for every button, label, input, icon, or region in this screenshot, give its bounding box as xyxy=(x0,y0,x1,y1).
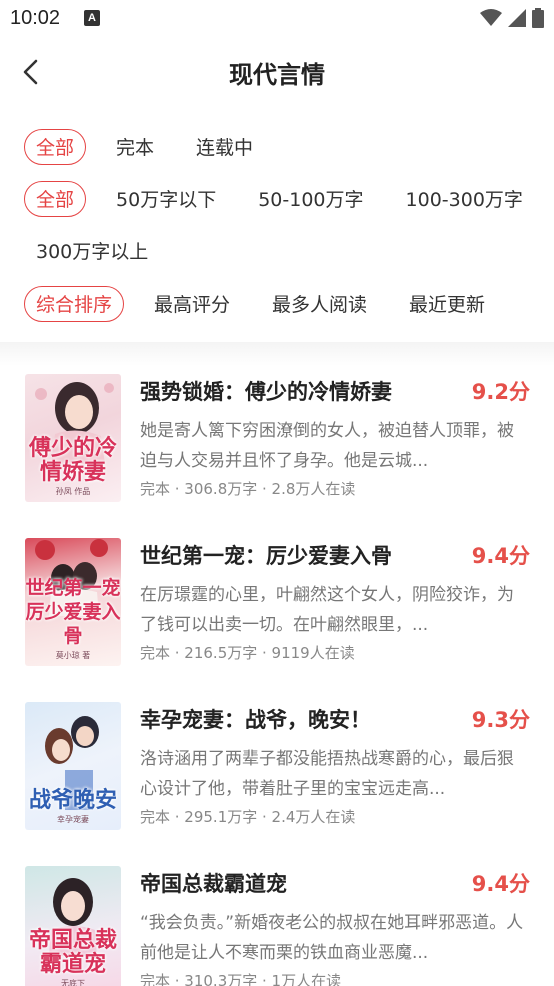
book-cover: 世纪第一宠厉少爱妻入骨 莫小琼 著 xyxy=(25,538,121,666)
status-icons xyxy=(480,8,544,28)
sort-top-rated[interactable]: 最高评分 xyxy=(142,286,242,322)
book-cover: 战爷晚安 幸孕宠妻 xyxy=(25,702,121,830)
book-score: 9.4分 xyxy=(471,544,530,568)
book-score: 9.4分 xyxy=(471,872,530,896)
status-bar: 10:02 A xyxy=(0,0,554,40)
filter-status-all[interactable]: 全部 xyxy=(24,129,87,165)
filter-status-completed[interactable]: 完本 xyxy=(104,129,166,165)
word-count-filter-row: 全部 50万字以下 50-100万字 100-300万字 xyxy=(24,181,535,217)
filter-words-50-100w[interactable]: 50-100万字 xyxy=(246,181,375,217)
cover-author: 幸孕宠妻 xyxy=(57,815,89,824)
book-description: 她是寄人篱下穷困潦倒的女人，被迫替人顶罪，被迫与人交易并且怀了身孕。他是云城..… xyxy=(140,421,514,471)
book-meta: 完本 · 295.1万字 · 2.4万人在读 xyxy=(140,808,356,826)
book-title: 帝国总裁霸道宠 xyxy=(140,872,287,896)
book-description: 洛诗涵用了两辈子都没能捂热战寒爵的心，最后狠心设计了他，带着肚子里的宝宝远走高.… xyxy=(140,749,514,799)
book-cover: 帝国总裁霸道宠 无底下 xyxy=(25,866,121,986)
book-cover: 傅少的冷情娇妻 孙凤 作品 xyxy=(25,374,121,502)
cover-title: 战爷晚安 xyxy=(28,787,117,813)
cover-author: 孙凤 作品 xyxy=(55,487,91,496)
sort-recently-updated[interactable]: 最近更新 xyxy=(397,286,497,322)
filter-words-over-300w[interactable]: 300万字以上 xyxy=(24,233,160,269)
word-count-filter-row-2: 300万字以上 xyxy=(24,233,178,269)
book-title: 世纪第一宠：厉少爱妻入骨 xyxy=(140,544,392,568)
book-item[interactable]: 世纪第一宠厉少爱妻入骨 莫小琼 著 世纪第一宠：厉少爱妻入骨 9.4分 在厉璟霆… xyxy=(0,538,554,688)
app-header: 现代言情 xyxy=(0,40,554,106)
notification-icon: A xyxy=(84,10,100,26)
book-title: 强势锁婚：傅少的冷情娇妻 xyxy=(140,380,392,404)
book-score: 9.2分 xyxy=(471,380,530,404)
cover-title: 傅少的冷情娇妻 xyxy=(28,435,117,485)
filter-words-under-50w[interactable]: 50万字以下 xyxy=(104,181,228,217)
book-item[interactable]: 战爷晚安 幸孕宠妻 幸孕宠妻：战爷，晚安！ 9.3分 洛诗涵用了两辈子都没能捂热… xyxy=(0,702,554,852)
cover-author: 无底下 xyxy=(61,979,85,986)
filter-words-100-300w[interactable]: 100-300万字 xyxy=(394,181,535,217)
signal-icon xyxy=(508,9,526,27)
sort-filter-row: 综合排序 最高评分 最多人阅读 最近更新 xyxy=(24,286,515,322)
sort-comprehensive[interactable]: 综合排序 xyxy=(24,286,125,322)
filter-words-all[interactable]: 全部 xyxy=(24,181,87,217)
battery-icon xyxy=(532,8,544,28)
status-filter-row: 全部 完本 连载中 xyxy=(24,129,283,165)
book-description: “我会负责。”新婚夜老公的叔叔在她耳畔邪恶道。人前他是让人不寒而栗的铁血商业恶魔… xyxy=(140,913,524,963)
filter-status-ongoing[interactable]: 连载中 xyxy=(184,129,265,165)
book-item[interactable]: 傅少的冷情娇妻 孙凤 作品 强势锁婚：傅少的冷情娇妻 9.2分 她是寄人篱下穷困… xyxy=(0,374,554,524)
book-item[interactable]: 帝国总裁霸道宠 无底下 帝国总裁霸道宠 9.4分 “我会负责。”新婚夜老公的叔叔… xyxy=(0,866,554,986)
book-title: 幸孕宠妻：战爷，晚安！ xyxy=(140,708,371,732)
book-description: 在厉璟霆的心里，叶翩然这个女人，阴险狡诈，为了钱可以出卖一切。在叶翩然眼里，..… xyxy=(140,585,514,635)
cover-title: 世纪第一宠厉少爱妻入骨 xyxy=(25,577,121,647)
cover-author: 莫小琼 著 xyxy=(55,651,91,660)
sort-most-read[interactable]: 最多人阅读 xyxy=(260,286,379,322)
status-time: 10:02 xyxy=(10,7,61,29)
page-title: 现代言情 xyxy=(229,61,325,89)
book-score: 9.3分 xyxy=(471,708,530,732)
wifi-icon xyxy=(480,9,502,26)
book-meta: 完本 · 306.8万字 · 2.8万人在读 xyxy=(140,480,356,498)
book-meta: 完本 · 310.3万字 · 1万人在读 xyxy=(140,972,342,986)
book-meta: 完本 · 216.5万字 · 9119人在读 xyxy=(140,644,355,662)
book-list: 傅少的冷情娇妻 孙凤 作品 强势锁婚：傅少的冷情娇妻 9.2分 她是寄人篱下穷困… xyxy=(0,342,554,986)
cover-title: 帝国总裁霸道宠 xyxy=(28,927,117,977)
